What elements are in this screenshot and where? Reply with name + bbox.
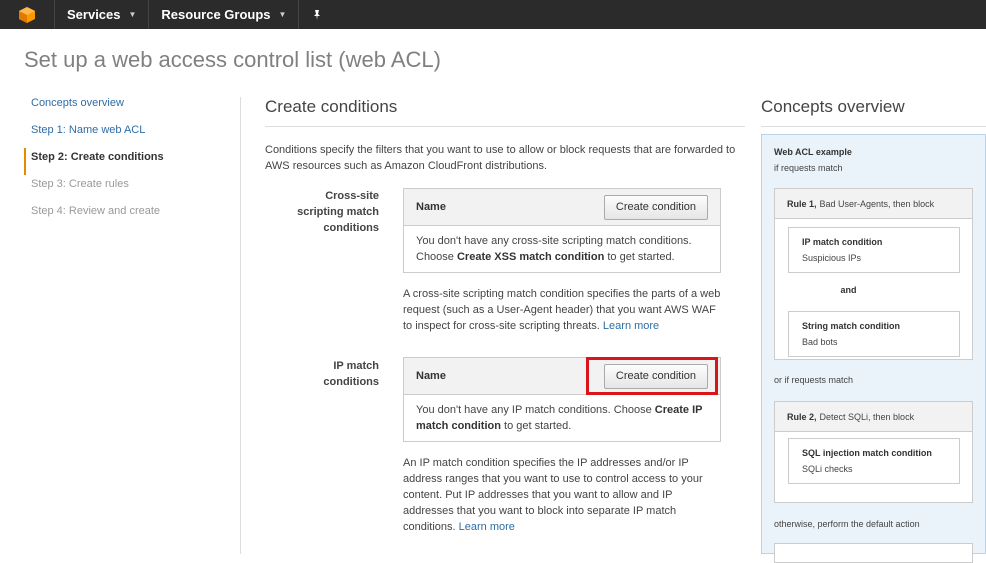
condition-value: Bad bots (802, 337, 838, 347)
nav-concepts-overview[interactable]: Concepts overview (24, 94, 224, 121)
xss-learn-more-link[interactable]: Learn more (603, 320, 659, 332)
page-title: Set up a web access control list (web AC… (24, 47, 441, 72)
ip-label-line: conditions (323, 376, 379, 388)
concepts-panel: Web ACL example if requests match Rule 1… (761, 134, 986, 563)
nav-step-1[interactable]: Step 1: Name web ACL (24, 121, 224, 148)
rule-2-name: Rule 2, (787, 411, 817, 422)
concepts-heading: Concepts overview (761, 97, 986, 127)
xss-description-text: A cross-site scripting match condition s… (403, 288, 721, 332)
and-connector: and (840, 285, 857, 295)
empty-state-message: You don't have any cross-site scripting … (404, 226, 720, 272)
rule-1-name: Rule 1, (787, 198, 817, 209)
chevron-down-icon: ▼ (128, 10, 137, 19)
services-menu[interactable]: Services ▼ (55, 0, 150, 29)
highlight-box (586, 357, 718, 395)
aws-logo[interactable] (0, 0, 55, 29)
xss-description: A cross-site scripting match condition s… (403, 286, 723, 334)
ip-learn-more-link[interactable]: Learn more (459, 521, 515, 533)
condition-value: SQLi checks (802, 464, 853, 474)
xss-label-line: Cross-site (325, 190, 379, 202)
condition-name: SQL injection match condition (802, 448, 932, 458)
empty-text: You don't have any IP match conditions. … (416, 404, 655, 416)
rule-1-desc: Bad User-Agents, then block (819, 198, 935, 209)
empty-text-bold: Create XSS match condition (456, 251, 605, 263)
empty-text: to get started. (604, 251, 675, 263)
services-label: Services (67, 7, 121, 22)
sql-injection-condition-box: SQL injection match condition SQLi check… (788, 438, 960, 484)
ip-description-text: An IP match condition specifies the IP a… (403, 457, 703, 533)
resource-groups-menu[interactable]: Resource Groups ▼ (149, 0, 300, 29)
nav-step-4: Step 4: Review and create (31, 205, 161, 217)
ip-description: An IP match condition specifies the IP a… (403, 455, 723, 535)
if-requests-match: if requests match (774, 163, 843, 173)
pin-icon[interactable] (299, 0, 335, 29)
main-content: Create conditions Conditions specify the… (265, 97, 745, 174)
default-action-card (774, 543, 973, 563)
create-xss-condition-button[interactable]: Create condition (603, 194, 708, 220)
nav-step-2-active[interactable]: Step 2: Create conditions (24, 148, 224, 175)
name-column-header: Name (416, 370, 446, 382)
nav-divider (240, 97, 241, 554)
rule-2-header: Rule 2, Detect SQLi, then block (775, 402, 972, 432)
rule-1-header: Rule 1, Bad User-Agents, then block (775, 189, 972, 219)
xss-label-line: conditions (323, 222, 379, 234)
ip-label-line: IP match (333, 360, 379, 372)
chevron-down-icon: ▼ (278, 10, 287, 19)
rule-1-card: Rule 1, Bad User-Agents, then block IP ma… (774, 188, 973, 360)
empty-state-message: You don't have any IP match conditions. … (404, 395, 720, 441)
wizard-steps-nav: Concepts overview Step 1: Name web ACL S… (24, 94, 224, 229)
name-column-header: Name (416, 201, 446, 213)
xss-section-label: Cross-site scripting match conditions (264, 188, 379, 236)
ip-section-label: IP match conditions (264, 358, 379, 390)
xss-label-line: scripting match (297, 206, 379, 218)
top-nav-bar: Services ▼ Resource Groups ▼ (0, 0, 986, 29)
string-match-condition-box: String match condition Bad bots (788, 311, 960, 357)
empty-text: to get started. (500, 420, 572, 432)
condition-name: String match condition (802, 321, 900, 331)
condition-value: Suspicious IPs (802, 253, 862, 263)
ip-match-condition-box: IP match condition Suspicious IPs (788, 227, 960, 273)
section-intro: Conditions specify the filters that you … (265, 144, 736, 172)
rule-2-card: Rule 2, Detect SQLi, then block SQL injec… (774, 401, 973, 503)
condition-name: IP match condition (802, 237, 883, 247)
resource-groups-label: Resource Groups (161, 7, 271, 22)
nav-step-3: Step 3: Create rules (31, 178, 129, 190)
table-header: Name Create condition (404, 189, 720, 226)
xss-conditions-table: Name Create condition You don't have any… (403, 188, 721, 273)
or-if-requests-match: or if requests match (774, 375, 854, 385)
section-heading: Create conditions (265, 97, 745, 127)
example-title: Web ACL example (774, 147, 852, 157)
otherwise-default-action: otherwise, perform the default action (774, 519, 920, 529)
aws-cube-icon (19, 6, 35, 23)
rule-2-desc: Detect SQLi, then block (819, 411, 915, 422)
